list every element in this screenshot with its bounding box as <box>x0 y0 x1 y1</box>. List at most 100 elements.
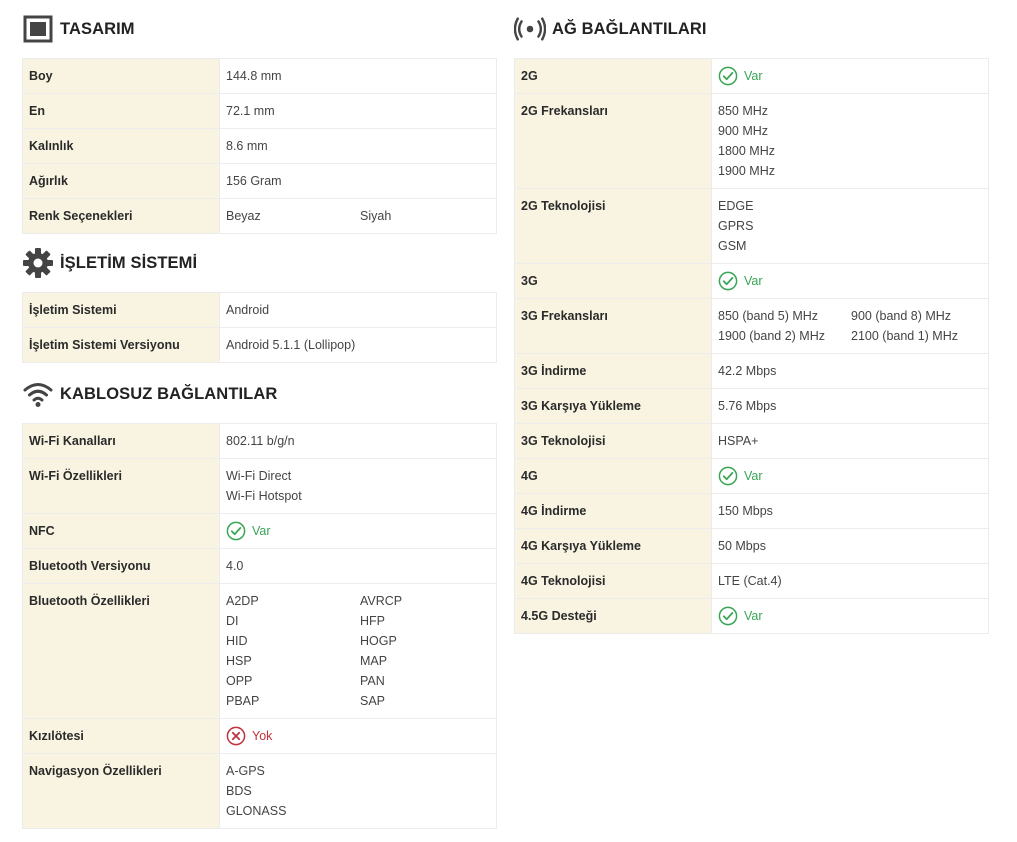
spec-key: Navigasyon Özellikleri <box>22 753 220 829</box>
spec-row: 3G Karşıya Yükleme 5.76 Mbps <box>514 388 989 424</box>
section-header: İŞLETİM SİSTEMİ <box>22 234 497 292</box>
x-circle-icon <box>226 726 246 746</box>
spec-row: 3G İndirme 42.2 Mbps <box>514 353 989 389</box>
spec-table: 2G Var 2G Frekansları 850 MHz 900 MHz 1800 MH… <box>514 58 989 634</box>
spec-value: 850 MHz 900 MHz 1800 MHz 1900 MHz <box>711 93 989 189</box>
spec-value-item: PAN <box>360 674 385 688</box>
spec-row: Wi-Fi Özellikleri Wi-Fi Direct Wi-Fi Hotsp… <box>22 458 497 514</box>
spec-row: Navigasyon Özellikleri A-GPS BDS GLONASS <box>22 753 497 829</box>
broadcast-icon <box>514 13 546 45</box>
gear-icon <box>22 247 54 279</box>
spec-row: Bluetooth Versiyonu 4.0 <box>22 548 497 584</box>
check-circle-icon <box>718 606 738 626</box>
spec-value: 802.11 b/g/n <box>219 423 497 459</box>
spec-key: 3G Frekansları <box>514 298 712 354</box>
spec-value-line: 156 Gram <box>226 174 282 188</box>
status-yes: Var <box>226 521 490 541</box>
section-network: AĞ BAĞLANTILARI 2G Var 2G Frekansları 850 M… <box>514 0 989 634</box>
spec-row: İşletim Sistemi Versiyonu Android 5.1.1 (… <box>22 327 497 363</box>
spec-value: LTE (Cat.4) <box>711 563 989 599</box>
spec-value-line: 50 Mbps <box>718 539 766 553</box>
spec-value-line: GLONASS <box>226 804 287 818</box>
spec-value-item: HID <box>226 634 248 648</box>
spec-value: A2DP AVRCP DI HFP HID HOGP HSP MAP OPP PAN PBAP SAP <box>219 583 497 719</box>
check-circle-icon <box>718 66 738 86</box>
right-column: AĞ BAĞLANTILARI 2G Var 2G Frekansları 850 M… <box>514 0 989 634</box>
spec-key: Wi-Fi Kanalları <box>22 423 220 459</box>
spec-value-item: A2DP <box>226 594 259 608</box>
spec-value-item: AVRCP <box>360 594 403 608</box>
spec-row: 2G Var <box>514 58 989 94</box>
spec-value-line: 1900 MHz <box>718 164 775 178</box>
spec-row: Boy 144.8 mm <box>22 58 497 94</box>
status-label: Var <box>252 524 271 538</box>
spec-value-line: BDS <box>226 784 252 798</box>
spec-value: Wi-Fi Direct Wi-Fi Hotspot <box>219 458 497 514</box>
spec-key: Renk Seçenekleri <box>22 198 220 234</box>
spec-value: EDGE GPRS GSM <box>711 188 989 264</box>
section-header: AĞ BAĞLANTILARI <box>514 0 989 58</box>
spec-key: En <box>22 93 220 129</box>
status-yes: Var <box>718 66 982 86</box>
spec-row: 2G Frekansları 850 MHz 900 MHz 1800 MHz 1900… <box>514 93 989 189</box>
spec-value: 8.6 mm <box>219 128 497 164</box>
spec-value-line: GPRS <box>718 219 754 233</box>
spec-value: 150 Mbps <box>711 493 989 529</box>
spec-value: HSPA+ <box>711 423 989 459</box>
spec-row: NFC Var <box>22 513 497 549</box>
spec-row: En 72.1 mm <box>22 93 497 129</box>
spec-key: 2G Teknolojisi <box>514 188 712 264</box>
spec-key: İşletim Sistemi Versiyonu <box>22 327 220 363</box>
status-label: Var <box>744 469 763 483</box>
spec-key: İşletim Sistemi <box>22 292 220 328</box>
frame-icon <box>22 13 54 45</box>
spec-row: 3G Frekansları 850 (band 5) MHz 900 (band … <box>514 298 989 354</box>
spec-row: 4G Teknolojisi LTE (Cat.4) <box>514 563 989 599</box>
spec-value: 50 Mbps <box>711 528 989 564</box>
spec-value-line: 8.6 mm <box>226 139 268 153</box>
status-label: Var <box>744 274 763 288</box>
spec-value: 72.1 mm <box>219 93 497 129</box>
spec-key: 4G Teknolojisi <box>514 563 712 599</box>
spec-value: Android <box>219 292 497 328</box>
spec-row: İşletim Sistemi Android <box>22 292 497 328</box>
spec-value-item: PBAP <box>226 694 260 708</box>
spec-value-line: Wi-Fi Hotspot <box>226 489 302 503</box>
spec-value: Android 5.1.1 (Lollipop) <box>219 327 497 363</box>
spec-row: 4G Karşıya Yükleme 50 Mbps <box>514 528 989 564</box>
spec-table: İşletim Sistemi Android İşletim Sistemi Ve… <box>22 292 497 363</box>
spec-value-line: 42.2 Mbps <box>718 364 777 378</box>
spec-value-line: Android 5.1.1 (Lollipop) <box>226 338 356 352</box>
spec-key: 3G İndirme <box>514 353 712 389</box>
spec-value: Var <box>711 458 989 494</box>
spec-key: Bluetooth Özellikleri <box>22 583 220 719</box>
spec-key: 3G Teknolojisi <box>514 423 712 459</box>
spec-value-line: 1800 MHz <box>718 144 775 158</box>
spec-value-line: Wi-Fi Direct <box>226 469 292 483</box>
spec-table: Wi-Fi Kanalları 802.11 b/g/n Wi-Fi Özellik… <box>22 423 497 829</box>
spec-row: Wi-Fi Kanalları 802.11 b/g/n <box>22 423 497 459</box>
spec-row: Renk Seçenekleri Beyaz Siyah <box>22 198 497 234</box>
spec-value-line: 900 MHz <box>718 124 769 138</box>
spec-value-line: EDGE <box>718 199 754 213</box>
spec-value-line: A-GPS <box>226 764 265 778</box>
spec-value-item: 2100 (band 1) MHz <box>851 329 959 343</box>
spec-key: Boy <box>22 58 220 94</box>
spec-value: 42.2 Mbps <box>711 353 989 389</box>
spec-value-grid: 850 (band 5) MHz 900 (band 8) MHz 1900 (ba… <box>718 306 982 346</box>
spec-value-item: MAP <box>360 654 388 668</box>
spec-value: Beyaz Siyah <box>219 198 497 234</box>
spec-value-line: 5.76 Mbps <box>718 399 777 413</box>
spec-key: 4G Karşıya Yükleme <box>514 528 712 564</box>
left-column: TASARIM Boy 144.8 mm En 72.1 mm Kalınlık 8.6 … <box>22 0 497 829</box>
spec-value: Var <box>219 513 497 549</box>
section-header: TASARIM <box>22 0 497 58</box>
spec-key: 3G <box>514 263 712 299</box>
spec-key: 4.5G Desteği <box>514 598 712 634</box>
check-circle-icon <box>718 271 738 291</box>
spec-value-line: GSM <box>718 239 747 253</box>
section-os: İŞLETİM SİSTEMİ İşletim Sistemi Android İş… <box>22 234 497 363</box>
spec-row: Kızılötesi Yok <box>22 718 497 754</box>
spec-value-line: 150 Mbps <box>718 504 773 518</box>
spec-value: 156 Gram <box>219 163 497 199</box>
